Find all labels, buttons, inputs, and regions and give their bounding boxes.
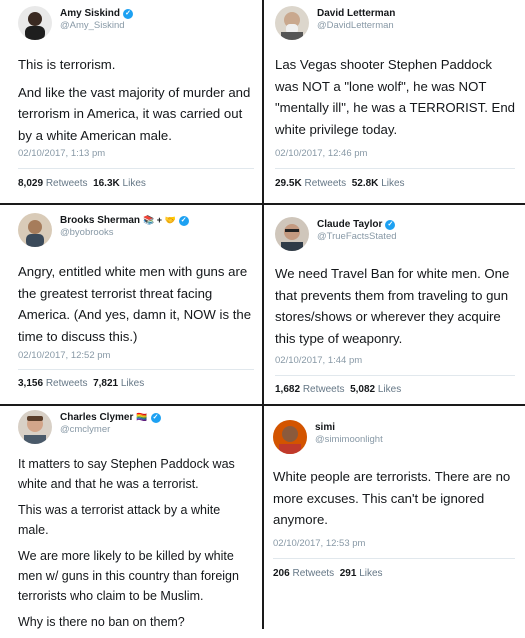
retweet-count[interactable]: 206 bbox=[273, 568, 290, 579]
tweet-card[interactable]: Charles Clymer 🏳️‍🌈 ✓ @cmclymer It matters… bbox=[0, 406, 262, 629]
tweet-text: Las Vegas shooter Stephen Paddock was NO… bbox=[275, 54, 519, 146]
timestamp[interactable]: 02/10/2017, 12:53 pm bbox=[273, 538, 365, 549]
divider bbox=[275, 375, 515, 376]
retweets-label: Retweets bbox=[45, 378, 88, 389]
retweet-count[interactable]: 3,156 bbox=[18, 378, 43, 389]
timestamp[interactable]: 02/10/2017, 1:44 pm bbox=[275, 355, 362, 366]
retweets-label: Retweets bbox=[302, 384, 345, 395]
divider bbox=[273, 558, 515, 559]
avatar[interactable] bbox=[273, 420, 307, 454]
like-count[interactable]: 5,082 bbox=[350, 384, 375, 395]
likes-label: Likes bbox=[122, 178, 146, 189]
timestamp[interactable]: 02/10/2017, 12:46 pm bbox=[275, 148, 367, 159]
display-name[interactable]: simi bbox=[315, 422, 335, 433]
user-handle[interactable]: @simimoonlight bbox=[315, 434, 383, 445]
name-emoji: 📚 + 🤝 bbox=[143, 215, 176, 225]
user-handle[interactable]: @Amy_Siskind bbox=[60, 20, 133, 31]
tweet-text: White people are terrorists. There are n… bbox=[273, 466, 519, 537]
divider bbox=[18, 168, 254, 169]
tweet-text: It matters to say Stephen Paddock was wh… bbox=[18, 454, 254, 638]
tweet-text: We need Travel Ban for white men. One th… bbox=[275, 263, 519, 355]
display-name[interactable]: Charles Clymer bbox=[60, 412, 133, 423]
timestamp[interactable]: 02/10/2017, 1:13 pm bbox=[18, 148, 105, 159]
user-handle[interactable]: @cmclymer bbox=[60, 424, 161, 435]
likes-label: Likes bbox=[120, 378, 145, 389]
tweet-card[interactable]: David Letterman @DavidLetterman Las Vega… bbox=[264, 0, 525, 203]
tweet-paragraph: Las Vegas shooter Stephen Paddock was NO… bbox=[275, 57, 515, 137]
engagement-stats: 1,682 Retweets 5,082 Likes bbox=[275, 384, 401, 395]
likes-label: Likes bbox=[359, 568, 383, 579]
retweets-label: Retweets bbox=[45, 178, 88, 189]
divider bbox=[275, 168, 515, 169]
likes-label: Likes bbox=[381, 178, 405, 189]
avatar[interactable] bbox=[275, 217, 309, 251]
display-name[interactable]: David Letterman bbox=[317, 8, 395, 19]
rainbow-flag-icon: 🏳️‍🌈 bbox=[136, 412, 148, 422]
retweets-label: Retweets bbox=[304, 178, 347, 189]
retweet-count[interactable]: 1,682 bbox=[275, 384, 300, 395]
tweet-paragraph: Angry, entitled white men with guns are … bbox=[18, 264, 252, 344]
tweet-paragraph: We are more likely to be killed by white… bbox=[18, 549, 239, 603]
like-count[interactable]: 16.3K bbox=[93, 178, 120, 189]
engagement-stats: 3,156 Retweets 7,821 Likes bbox=[18, 378, 144, 389]
verified-badge-icon: ✓ bbox=[123, 8, 134, 19]
verified-badge-icon: ✓ bbox=[150, 412, 161, 423]
display-name[interactable]: Claude Taylor bbox=[317, 219, 382, 230]
divider bbox=[18, 369, 254, 370]
tweet-card[interactable]: Brooks Sherman 📚 + 🤝 ✓ @byobrooks Angry, e… bbox=[0, 205, 262, 404]
likes-label: Likes bbox=[377, 384, 402, 395]
tweet-text: This is terrorism. And like the vast maj… bbox=[18, 54, 258, 152]
tweet-paragraph: This is terrorism. bbox=[18, 57, 116, 72]
like-count[interactable]: 7,821 bbox=[93, 378, 118, 389]
avatar[interactable] bbox=[18, 213, 52, 247]
avatar[interactable] bbox=[18, 410, 52, 444]
retweet-count[interactable]: 8,029 bbox=[18, 178, 43, 189]
user-handle[interactable]: @byobrooks bbox=[60, 227, 189, 238]
verified-badge-icon: ✓ bbox=[385, 219, 396, 230]
user-handle[interactable]: @DavidLetterman bbox=[317, 20, 395, 31]
tweet-card[interactable]: simi @simimoonlight White people are ter… bbox=[264, 406, 525, 629]
engagement-stats: 206 Retweets 291 Likes bbox=[273, 568, 383, 579]
engagement-stats: 8,029 Retweets 16.3K Likes bbox=[18, 178, 146, 189]
tweet-card[interactable]: Claude Taylor ✓ @TrueFactsStated We need … bbox=[264, 205, 525, 404]
tweet-paragraph: And like the vast majority of murder and… bbox=[18, 84, 251, 143]
timestamp[interactable]: 02/10/2017, 12:52 pm bbox=[18, 350, 110, 361]
tweet-paragraph: Why is there no ban on them? bbox=[18, 615, 185, 629]
verified-badge-icon: ✓ bbox=[178, 215, 189, 226]
avatar[interactable] bbox=[275, 6, 309, 40]
like-count[interactable]: 52.8K bbox=[352, 178, 379, 189]
retweets-label: Retweets bbox=[292, 568, 335, 579]
like-count[interactable]: 291 bbox=[340, 568, 357, 579]
user-handle[interactable]: @TrueFactsStated bbox=[317, 231, 397, 242]
tweet-paragraph: This was a terrorist attack by a white m… bbox=[18, 503, 221, 537]
avatar[interactable] bbox=[18, 6, 52, 40]
display-name[interactable]: Amy Siskind bbox=[60, 8, 120, 19]
tweet-text: Angry, entitled white men with guns are … bbox=[18, 261, 258, 353]
engagement-stats: 29.5K Retweets 52.8K Likes bbox=[275, 178, 405, 189]
tweet-paragraph: We need Travel Ban for white men. One th… bbox=[275, 266, 510, 346]
tweet-paragraph: White people are terrorists. There are n… bbox=[273, 469, 511, 527]
retweet-count[interactable]: 29.5K bbox=[275, 178, 302, 189]
tweet-paragraph: It matters to say Stephen Paddock was wh… bbox=[18, 457, 235, 491]
display-name[interactable]: Brooks Sherman bbox=[60, 215, 140, 226]
tweet-card[interactable]: Amy Siskind ✓ @Amy_Siskind This is terror… bbox=[0, 0, 262, 203]
